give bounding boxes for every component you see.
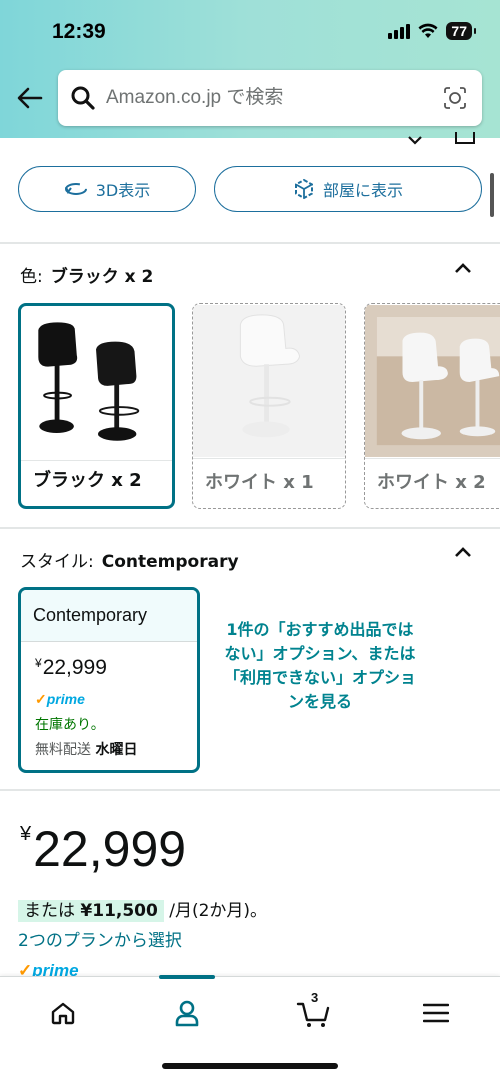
nav-active-indicator xyxy=(159,975,215,979)
search-icon xyxy=(71,86,95,110)
divider xyxy=(0,242,500,244)
installment-highlight: または ¥11,500 xyxy=(18,900,164,922)
choose-plan-link[interactable]: 2つのプランから選択 xyxy=(18,926,182,951)
home-icon xyxy=(51,1002,75,1025)
tile-separator xyxy=(193,458,345,459)
search-bar[interactable] xyxy=(58,70,482,126)
search-input[interactable] xyxy=(106,87,426,109)
wifi-icon xyxy=(418,23,438,38)
signal-icon xyxy=(388,23,411,39)
nav-cart[interactable]: 3 xyxy=(284,989,344,1037)
main-price-currency: ¥ xyxy=(20,823,32,845)
prime-label: prime xyxy=(46,691,85,707)
main-price-value: 22,999 xyxy=(33,821,187,877)
style-label-key: スタイル: xyxy=(20,552,94,572)
stock-status: 在庫あり。 xyxy=(35,717,105,733)
status-bar: 12:39 77 xyxy=(0,0,500,60)
price-value: 22,999 xyxy=(42,656,107,679)
camera-scan-icon[interactable] xyxy=(442,85,468,111)
shipping-day: 水曜日 xyxy=(95,742,138,758)
installment-prefix: または xyxy=(24,901,75,921)
style-label: スタイル: Contemporary xyxy=(20,547,239,572)
status-icons: 77 xyxy=(388,22,476,40)
prime-check-icon: ✓ xyxy=(35,691,47,707)
color-option-white-x1[interactable]: ホワイト x 1 xyxy=(192,303,346,509)
back-button[interactable] xyxy=(14,82,46,114)
status-time: 12:39 xyxy=(52,20,106,43)
style-option-price: ¥22,999 xyxy=(35,656,107,680)
ar-cube-icon xyxy=(294,178,313,200)
scrollbar-thumb[interactable] xyxy=(490,173,494,217)
header: 12:39 77 xyxy=(0,0,500,138)
shipping-info: 無料配送 水曜日 xyxy=(35,739,137,759)
color-option-white-x2[interactable]: ホワイト x 2 xyxy=(364,303,500,509)
installment-suffix: /月(2か月)。 xyxy=(169,901,268,921)
view-3d-label: 3D表示 xyxy=(95,181,151,200)
rotate-3d-icon xyxy=(64,183,87,195)
white-stool-image xyxy=(193,305,345,457)
view-in-room-button[interactable]: 部屋に表示 xyxy=(214,166,482,212)
style-option-contemporary[interactable]: Contemporary ¥22,999 ✓prime 在庫あり。 無料配送 水… xyxy=(18,587,200,773)
black-stools-image xyxy=(21,308,172,458)
tile-separator xyxy=(365,458,500,459)
currency-symbol: ¥ xyxy=(35,656,42,670)
tile-separator xyxy=(21,460,172,461)
battery-indicator: 77 xyxy=(446,22,476,40)
style-selected-value: Contemporary xyxy=(101,552,239,572)
white-stools-room-image xyxy=(365,305,500,457)
color-option-black-x2[interactable]: ブラック x 2 xyxy=(18,303,175,509)
view-in-room-label: 部屋に表示 xyxy=(322,181,403,200)
color-selected-value: ブラック x 2 xyxy=(50,267,154,287)
main-price: ¥22,999 xyxy=(20,820,186,878)
cart-count-badge: 3 xyxy=(311,990,319,1005)
nav-menu[interactable] xyxy=(406,989,466,1037)
color-option-label: ホワイト x 2 xyxy=(377,472,486,493)
divider xyxy=(0,789,500,791)
share-icon[interactable] xyxy=(455,132,475,144)
shipping-prefix: 無料配送 xyxy=(35,742,91,758)
nav-home[interactable] xyxy=(33,989,93,1037)
see-unavailable-options-link[interactable]: 1件の「おすすめ出品ではない」オプション、または「利用できない」オプションを見る xyxy=(222,618,418,714)
collapse-style-icon[interactable] xyxy=(454,546,472,558)
hamburger-menu-icon xyxy=(423,1003,449,1023)
style-option-title: Contemporary xyxy=(21,590,197,642)
color-label: 色: ブラック x 2 xyxy=(20,262,153,287)
color-option-label: ホワイト x 1 xyxy=(205,472,314,493)
view-3d-button[interactable]: 3D表示 xyxy=(18,166,196,212)
installment-amount: ¥11,500 xyxy=(80,901,158,921)
color-option-label: ブラック x 2 xyxy=(33,470,142,491)
color-label-key: 色: xyxy=(20,267,43,287)
divider xyxy=(0,527,500,529)
collapse-color-icon[interactable] xyxy=(454,262,472,274)
home-indicator[interactable] xyxy=(162,1063,338,1069)
nav-account[interactable] xyxy=(157,989,217,1037)
account-icon xyxy=(175,1000,199,1027)
chevron-down-icon[interactable] xyxy=(408,136,422,145)
back-arrow-icon xyxy=(17,87,43,109)
installment-info: または ¥11,500 /月(2か月)。 xyxy=(18,896,268,922)
prime-badge: ✓prime xyxy=(35,691,85,708)
